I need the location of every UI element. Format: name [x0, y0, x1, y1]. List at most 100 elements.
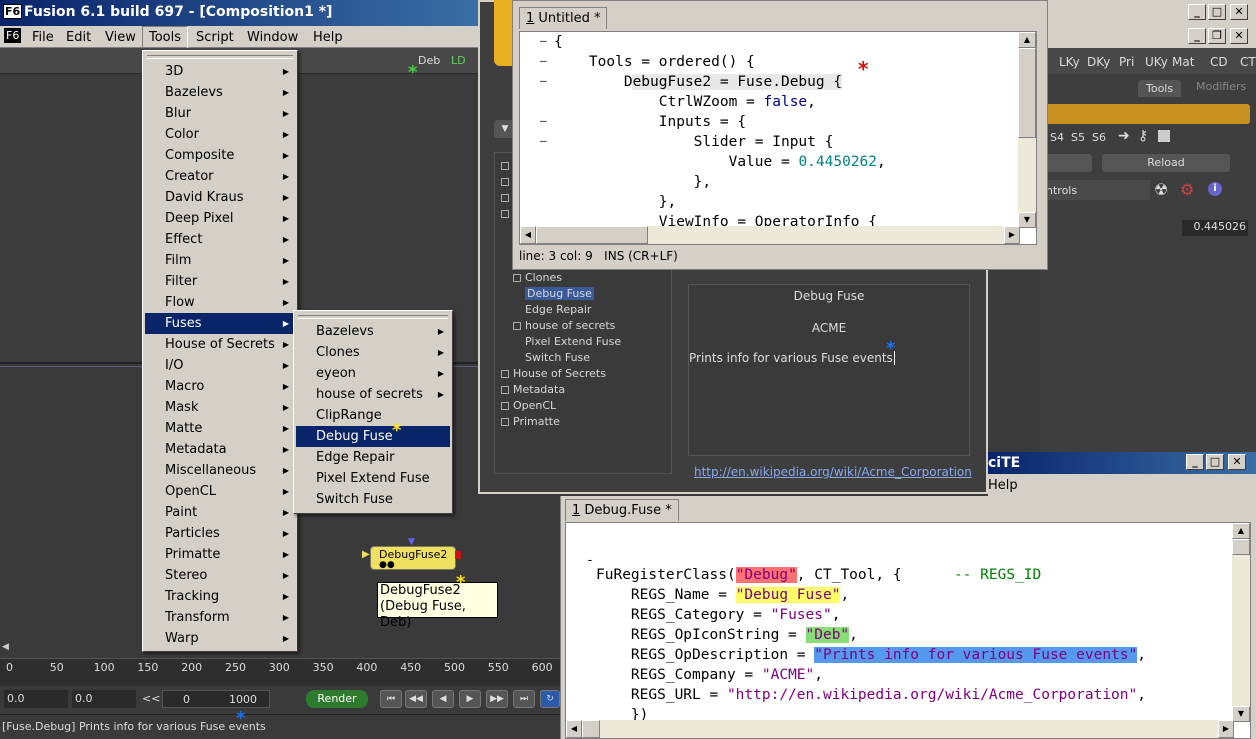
tools-menu-item-effect[interactable]: Effect ▶ — [145, 229, 295, 250]
rewind-label[interactable]: << — [142, 692, 160, 705]
close-button[interactable]: ✕ — [1230, 4, 1248, 20]
editor1-vscroll[interactable]: ▲ ▼ — [1018, 32, 1036, 228]
editor2-minimize-button[interactable]: _ — [1186, 454, 1204, 470]
slider-value-field[interactable]: 0.445026 — [1182, 220, 1248, 236]
save-disk-icon[interactable] — [1158, 130, 1170, 142]
play-button[interactable]: ▶ — [459, 690, 481, 708]
tree-expand-icon[interactable] — [501, 386, 509, 394]
editor2-maximize-button[interactable]: □ — [1206, 454, 1224, 470]
tree-item-pixel-extend-fuse[interactable]: Pixel Extend Fuse — [525, 335, 621, 348]
editor1-tab[interactable]: 1 Untitled * — [519, 7, 608, 29]
fuses-menu-item-house-of-secrets[interactable]: house of secrets ▶ — [296, 384, 450, 405]
loop-button[interactable]: ↻ — [540, 690, 560, 708]
tree-item-house-of-secrets[interactable]: House of Secrets — [501, 367, 606, 380]
menu-file[interactable]: File — [32, 30, 54, 45]
tree-expand-icon[interactable] — [501, 418, 509, 426]
current-time-field[interactable]: 0.0 — [4, 690, 68, 708]
editor1-text-area[interactable]: –{– Tools = ordered() {– DebugFuse2 = Fu… — [519, 31, 1037, 245]
node-input-icon[interactable]: ▶ — [362, 549, 370, 560]
tool-pri[interactable]: Pri — [1119, 55, 1134, 69]
editor1-hscroll[interactable]: ◀ ▶ — [520, 226, 1020, 244]
tools-menu-item-flow[interactable]: Flow ▶ — [145, 292, 295, 313]
tool-uky[interactable]: UKy — [1145, 55, 1168, 69]
info-icon[interactable]: i — [1208, 182, 1222, 196]
fuses-menu-item-eyeon[interactable]: eyeon ▶ — [296, 363, 450, 384]
tree-item-switch-fuse[interactable]: Switch Fuse — [525, 351, 590, 364]
view-s6[interactable]: S6 — [1092, 131, 1106, 144]
tools-menu-item-house-of-secrets[interactable]: House of Secrets ▶ — [145, 334, 295, 355]
tools-menu-item-particles[interactable]: Particles ▶ — [145, 523, 295, 544]
fuses-menu-item-cliprange[interactable]: ClipRange — [296, 405, 450, 426]
tools-menu-item-creator[interactable]: Creator ▶ — [145, 166, 295, 187]
tree-item-house-of-secrets[interactable]: house of secrets — [513, 319, 615, 332]
tree-item-metadata[interactable]: Metadata — [501, 383, 565, 396]
range-bar[interactable]: 0 1000 — [162, 690, 270, 708]
mdi-restore-button[interactable]: ❐ — [1208, 28, 1226, 44]
tools-menu-item-fuses[interactable]: Fuses ▶ — [145, 313, 295, 334]
first-frame-button[interactable]: ⏮ — [380, 690, 402, 708]
tools-menu-item-bazelevs[interactable]: Bazelevs ▶ — [145, 82, 295, 103]
tree-item-opencl[interactable]: OpenCL — [501, 399, 556, 412]
tools-menu-item-filter[interactable]: Filter ▶ — [145, 271, 295, 292]
tools-menu-item-macro[interactable]: Macro ▶ — [145, 376, 295, 397]
tools-menu-item-color[interactable]: Color ▶ — [145, 124, 295, 145]
radioactive-icon[interactable]: ☢ — [1154, 180, 1168, 199]
tools-menu-item-blur[interactable]: Blur ▶ — [145, 103, 295, 124]
tree-expand-icon[interactable] — [501, 370, 509, 378]
tree-expand-icon[interactable] — [513, 322, 521, 330]
render-button[interactable]: Render — [306, 690, 368, 708]
reload-button[interactable]: Reload — [1102, 154, 1230, 172]
tools-menu-item-composite[interactable]: Composite ▶ — [145, 145, 295, 166]
play-reverse-button[interactable]: ◀ — [432, 690, 454, 708]
mdi-minimize-button[interactable]: _ — [1188, 28, 1206, 44]
fuses-menu-item-bazelevs[interactable]: Bazelevs ▶ — [296, 321, 450, 342]
editor2-menu-help[interactable]: Help — [988, 478, 1018, 493]
tree-expand-icon[interactable] — [513, 274, 521, 282]
last-frame-button[interactable]: ⏭ — [513, 690, 535, 708]
toolbar-deb-label[interactable]: Deb — [418, 54, 440, 67]
view-s4[interactable]: S4 — [1050, 131, 1064, 144]
menu-script[interactable]: Script — [196, 30, 234, 45]
tools-menu-item-matte[interactable]: Matte ▶ — [145, 418, 295, 439]
tree-item-primatte[interactable]: Primatte — [501, 415, 560, 428]
tools-menu-item-tracking[interactable]: Tracking ▶ — [145, 586, 295, 607]
fuses-menu-item-debug-fuse[interactable]: Debug Fuse — [296, 426, 450, 447]
tools-menu-item-warp[interactable]: Warp ▶ — [145, 628, 295, 649]
fuses-menu-item-switch-fuse[interactable]: Switch Fuse — [296, 489, 450, 510]
fuses-menu-item-pixel-extend-fuse[interactable]: Pixel Extend Fuse — [296, 468, 450, 489]
editor2-close-button[interactable]: ✕ — [1228, 454, 1246, 470]
tool-mat[interactable]: Mat — [1172, 55, 1194, 69]
editor2-text-area[interactable]: - FuRegisterClass("Debug", CT_Tool, { --… — [565, 522, 1251, 739]
tools-menu-item-transform[interactable]: Transform ▶ — [145, 607, 295, 628]
timeline-ruler[interactable]: 0 50 100 150 200 250 300 350 400 450 500 550 600 — [0, 658, 560, 686]
tools-menu-item-3d[interactable]: 3D ▶ — [145, 61, 295, 82]
step-back-button[interactable]: ◀◀ — [405, 690, 427, 708]
tools-menu-item-primatte[interactable]: Primatte ▶ — [145, 544, 295, 565]
tools-menu-item-miscellaneous[interactable]: Miscellaneous ▶ — [145, 460, 295, 481]
tree-item-clones[interactable]: Clones — [513, 271, 562, 284]
menu-window[interactable]: Window — [247, 30, 298, 45]
tools-menu-item-metadata[interactable]: Metadata ▶ — [145, 439, 295, 460]
tab-tools[interactable]: Tools — [1138, 80, 1182, 97]
tools-menu-item-opencl[interactable]: OpenCL ▶ — [145, 481, 295, 502]
tool-lky[interactable]: LKy — [1059, 55, 1080, 69]
maximize-button[interactable]: □ — [1208, 4, 1226, 20]
mdi-logo[interactable]: F6 — [4, 28, 22, 43]
tools-menu-item-mask[interactable]: Mask ▶ — [145, 397, 295, 418]
company-link[interactable]: http://en.wikipedia.org/wiki/Acme_Corpor… — [694, 465, 972, 479]
tools-menu-item-film[interactable]: Film ▶ — [145, 250, 295, 271]
tool-dky[interactable]: DKy — [1087, 55, 1110, 69]
tools-menu-item-stereo[interactable]: Stereo ▶ — [145, 565, 295, 586]
tools-menu-item-david-kraus[interactable]: David Kraus ▶ — [145, 187, 295, 208]
editor2-vscroll[interactable]: ▲ ▼ — [1232, 523, 1250, 722]
mdi-close-button[interactable]: ✕ — [1230, 28, 1248, 44]
tree-item-debug-fuse[interactable]: Debug Fuse — [525, 287, 594, 300]
end-time-field[interactable]: 0.0 — [72, 690, 136, 708]
tree-expand-icon[interactable] — [501, 402, 509, 410]
node-top-input-icon[interactable]: ▼ — [408, 537, 415, 547]
gear-icon[interactable]: ⚙ — [1180, 180, 1194, 199]
tree-item-edge-repair[interactable]: Edge Repair — [525, 303, 591, 316]
step-forward-button[interactable]: ▶▶ — [486, 690, 508, 708]
node-output-icon[interactable] — [455, 551, 461, 559]
fuses-menu-item-edge-repair[interactable]: Edge Repair — [296, 447, 450, 468]
